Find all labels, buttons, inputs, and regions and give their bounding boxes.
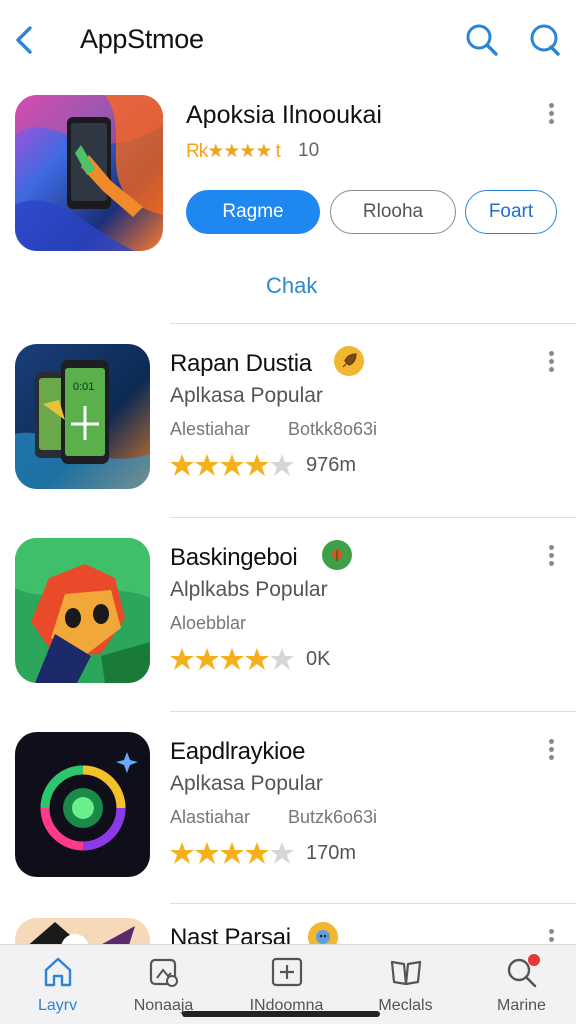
more-options-button[interactable] [541, 542, 561, 572]
more-options-button[interactable] [541, 348, 561, 378]
tab-label: Marine [497, 997, 546, 1014]
list-item[interactable]: Nast Parsai [0, 904, 576, 944]
dot-icon [548, 553, 554, 558]
media-icon [149, 958, 178, 987]
search-bubble-icon [530, 24, 560, 56]
app-icon: 0:01 [15, 344, 150, 489]
star-rating [170, 454, 294, 476]
secondary-button[interactable]: Rlooha [330, 190, 456, 234]
face-icon [308, 922, 338, 944]
search-icon [507, 954, 540, 988]
app-title: Nast Parsai [170, 924, 291, 944]
app-icon [15, 538, 150, 683]
more-options-button[interactable] [541, 100, 561, 130]
search-icon [466, 24, 498, 56]
get-button[interactable]: Ragme [186, 190, 320, 234]
dot-icon [548, 359, 554, 364]
app-subtitle: Alplkabs Popular [170, 578, 328, 601]
star-rating [170, 842, 294, 864]
dot-icon [548, 937, 554, 942]
dot-icon [548, 103, 554, 108]
home-indicator [182, 1011, 380, 1017]
app-icon [15, 918, 150, 944]
search-button[interactable] [462, 20, 502, 60]
dot-icon [548, 561, 554, 566]
featured-app-icon [15, 95, 163, 251]
rating-count: 0K [306, 648, 331, 670]
dot-icon [548, 755, 554, 760]
dot-icon [548, 367, 554, 372]
app-subtitle: Aplkasa Popular [170, 772, 323, 795]
list-item[interactable]: 0:01 Rapan Dustia Aplkasa Popular Alesti… [0, 324, 576, 518]
app-title: Rapan Dustia [170, 350, 312, 377]
app-title: Baskingeboi [170, 544, 298, 571]
app-developer: Alestiahar [170, 419, 251, 439]
home-icon [44, 957, 71, 987]
more-options-button[interactable] [541, 736, 561, 766]
tertiary-button[interactable]: Foart [465, 190, 557, 234]
back-button[interactable] [10, 22, 42, 58]
svg-text:0:01: 0:01 [73, 381, 94, 393]
rocket-icon [334, 346, 364, 376]
dot-icon [548, 545, 554, 550]
tab-label: Layrv [37, 997, 78, 1014]
chevron-left-icon [16, 26, 32, 54]
rating-count: 170m [306, 842, 357, 864]
app-title: Eapdlraykioe [170, 738, 306, 765]
dot-icon [548, 111, 554, 116]
rating-count: 976m [306, 454, 357, 476]
notification-dot [527, 954, 540, 966]
app-category: Botkk8o63i [288, 419, 378, 439]
dot-icon [548, 929, 554, 934]
check-link[interactable]: Chak [266, 273, 317, 299]
featured-rating-text: Rk★★★★ t [186, 141, 281, 162]
tab-marine[interactable]: Marine [464, 945, 576, 1024]
book-icon [390, 960, 421, 986]
featured-app-card[interactable]: Apoksia Ilnooukai Rk★★★★ t 10 Ragme Rloo… [0, 84, 576, 324]
featured-app-title: Apoksia Ilnooukai [186, 101, 382, 129]
featured-rating-count: 10 [298, 140, 320, 161]
dot-icon [548, 739, 554, 744]
app-subtitle: Aplkasa Popular [170, 384, 323, 407]
top-bar: AppStmoe [0, 0, 576, 84]
dot-icon [548, 351, 554, 356]
app-developer: Alastiahar [170, 807, 251, 827]
tab-layrv[interactable]: Layrv [0, 945, 115, 1024]
app-developer: Aloebblar [170, 613, 247, 633]
app-icon [15, 732, 150, 877]
star-rating [170, 648, 294, 670]
dot-icon [548, 119, 554, 124]
dot-icon [548, 747, 554, 752]
plus-box-icon [271, 957, 302, 987]
more-options-button[interactable] [541, 926, 561, 944]
search-bubble-button[interactable] [524, 20, 564, 60]
app-category: Butzk6o63i [288, 807, 378, 827]
page-title: AppStmoe [80, 24, 204, 54]
list-item[interactable]: Eapdlraykioe Aplkasa Popular Alastiahar … [0, 712, 576, 906]
list-item[interactable]: Baskingeboi Alplkabs Popular Aloebblar 0… [0, 518, 576, 712]
leaf-icon [322, 540, 352, 570]
